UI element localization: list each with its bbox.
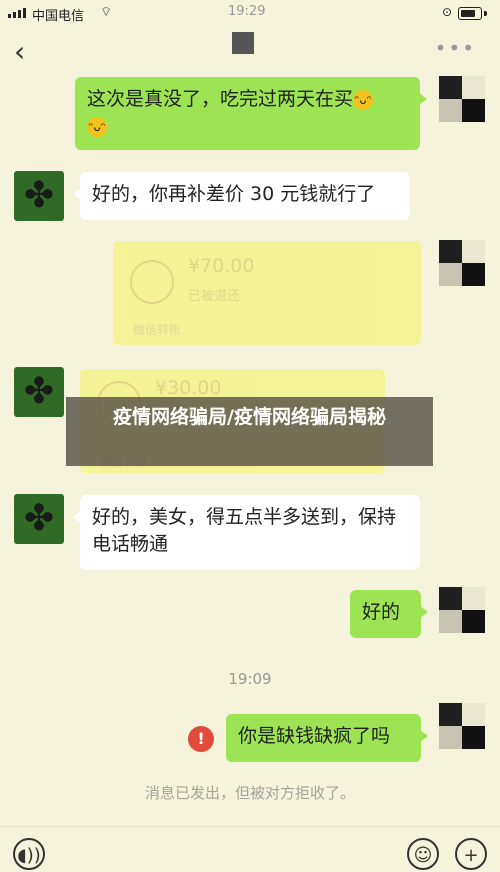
message-text: 这次是真没了，吃完过两天在买	[87, 88, 354, 110]
clover-icon: ✤	[23, 498, 55, 539]
wifi-icon: ⌔	[100, 5, 113, 20]
transfer-status: 已被退还	[188, 289, 241, 304]
transfer-return-icon	[130, 260, 174, 304]
send-failed-icon[interactable]: !	[188, 726, 214, 752]
avatar-contact[interactable]: ✤	[14, 367, 64, 417]
avatar-self[interactable]	[439, 240, 485, 286]
avatar-self[interactable]	[439, 587, 485, 633]
back-button[interactable]: ‹	[14, 35, 25, 68]
clover-icon: ✤	[23, 371, 55, 412]
message-bubble-sent[interactable]: 这次是真没了，吃完过两天在买ᵔᴗᵔ ᵔᴗᵔ	[75, 77, 427, 150]
avatar-self[interactable]	[439, 76, 485, 122]
avatar-contact[interactable]: ✤	[14, 494, 64, 544]
avatar-contact[interactable]: ✤	[14, 171, 64, 221]
banner-title: 疫情网络骗局/疫情网络骗局揭秘	[113, 406, 386, 428]
plus-icon[interactable]: +	[455, 838, 487, 870]
chat-timestamp: 19:09	[228, 670, 272, 688]
signal-icon	[8, 8, 26, 18]
grin-emoji-icon: ᵔᴗᵔ	[87, 116, 107, 137]
carrier-label: 中国电信	[32, 9, 85, 24]
system-notice: 消息已发出，但被对方拒收了。	[144, 784, 355, 802]
transfer-card-sent[interactable]: ¥70.00 已被退还 微信转账	[113, 241, 421, 345]
status-time: 19:29	[228, 4, 266, 19]
chat-title-redacted	[232, 32, 254, 54]
grin-emoji-icon: ᵔᴗᵔ	[353, 89, 374, 110]
voice-icon[interactable]: ◖))	[13, 838, 45, 870]
message-bubble-received[interactable]: 好的，你再补差价 30 元钱就行了	[73, 172, 410, 220]
message-bubble-sent[interactable]: 你是缺钱缺疯了吗	[226, 714, 428, 762]
message-bubble-received[interactable]: 好的，美女，得五点半多送到，保持电话畅通	[73, 495, 420, 570]
message-bubble-sent[interactable]: 好的	[350, 590, 428, 638]
emoji-icon[interactable]: ☺	[407, 838, 439, 870]
more-options-button[interactable]: •••	[435, 36, 476, 60]
message-text: 好的，你再补差价 30 元钱就行了	[92, 183, 376, 205]
transfer-amount: ¥30.00	[155, 377, 222, 399]
battery-icon	[458, 7, 482, 20]
article-title-banner: 疫情网络骗局/疫情网络骗局揭秘	[66, 397, 433, 466]
input-bar-divider	[0, 826, 500, 827]
transfer-amount: ¥70.00	[188, 255, 255, 277]
status-bar: 中国电信 ⌔ 19:29 ⊙	[0, 0, 500, 26]
clover-icon: ✤	[23, 175, 55, 216]
message-text: 你是缺钱缺疯了吗	[238, 725, 391, 747]
rotation-lock-icon: ⊙	[441, 5, 452, 19]
message-text: 好的，美女，得五点半多送到，保持电话畅通	[92, 506, 397, 555]
transfer-footer: 微信转账	[133, 323, 182, 337]
avatar-self[interactable]	[439, 703, 485, 749]
message-text: 好的	[362, 601, 401, 623]
